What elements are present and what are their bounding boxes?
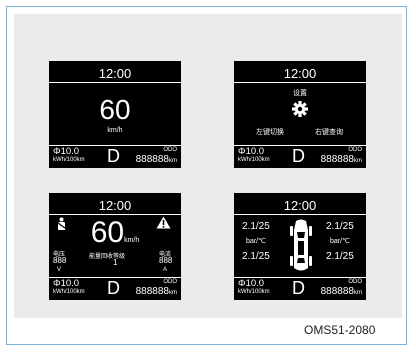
odo-label: ODO — [163, 147, 177, 153]
tyre-screen: 12:00 2.1/25 bar/℃ 2.1/25 2.1/25 bar/℃ 2… — [234, 193, 366, 300]
speed-value: 60 — [90, 216, 125, 249]
tyre-unit-right: bar/℃ — [330, 238, 350, 245]
regen-level-value: 1 — [113, 258, 118, 267]
voltage-unit: V — [57, 267, 62, 273]
odometer-value: 888888 — [135, 286, 169, 297]
speed-unit: km/h — [124, 237, 140, 244]
odometer-unit: km — [169, 158, 177, 164]
clock: 12:00 — [283, 198, 317, 213]
divider — [234, 214, 366, 215]
divider — [234, 82, 366, 83]
odometer-unit: km — [169, 290, 177, 296]
settings-title: 设置 — [293, 90, 307, 97]
clock: 12:00 — [98, 198, 132, 213]
gear-icon — [292, 101, 308, 117]
gear-indicator: D — [107, 278, 120, 298]
left-key-switch-label: 左键切换 — [256, 129, 284, 136]
figure-code: OMS51-2080 — [304, 323, 376, 337]
odo-label: ODO — [348, 279, 362, 285]
efficiency-unit: kWh/100km — [53, 289, 85, 295]
car-topview-icon — [290, 219, 312, 271]
efficiency-value: Φ10.0 — [53, 146, 80, 157]
odometer: 888888km — [321, 286, 362, 297]
current-unit: A — [163, 267, 168, 273]
efficiency-unit: kWh/100km — [53, 157, 85, 163]
settings-screen: 12:00 设置 左键切换 右键查询 Φ10.0 kWh/100km D ODO… — [234, 61, 366, 168]
warning-triangle-icon — [156, 216, 171, 229]
tyre-unit-left: bar/℃ — [246, 238, 266, 245]
odo-label: ODO — [163, 279, 177, 285]
tyre-front-right: 2.1/25 — [326, 221, 354, 232]
voltage-value: 888 — [53, 256, 67, 265]
tyre-front-left: 2.1/25 — [242, 221, 270, 232]
divider — [49, 214, 181, 215]
divider — [49, 82, 181, 83]
tyre-rear-left: 2.1/25 — [242, 251, 270, 262]
odometer-unit: km — [354, 158, 362, 164]
gear-indicator: D — [292, 278, 305, 298]
odometer-value: 888888 — [135, 154, 169, 165]
energy-screen: 12:00 60km/h 电压 888 V 能量回收等级 1 电流 888 A … — [49, 193, 181, 300]
gear-indicator: D — [107, 146, 120, 166]
efficiency-value: Φ10.0 — [238, 146, 265, 157]
odometer: 888888km — [136, 286, 177, 297]
odometer: 888888km — [136, 154, 177, 165]
right-key-query-label: 右键查询 — [315, 129, 343, 136]
clock: 12:00 — [98, 66, 132, 81]
efficiency-value: Φ10.0 — [53, 278, 80, 289]
speed-unit: km/h — [107, 127, 123, 134]
efficiency-unit: kWh/100km — [238, 157, 270, 163]
odo-label: ODO — [348, 147, 362, 153]
speed-screen: 12:00 60 km/h Φ10.0 kWh/100km D ODO 8888… — [49, 61, 181, 168]
odometer-value: 888888 — [320, 286, 354, 297]
clock: 12:00 — [283, 66, 317, 81]
efficiency-unit: kWh/100km — [238, 289, 270, 295]
tyre-rear-right: 2.1/25 — [326, 251, 354, 262]
odometer-unit: km — [354, 290, 362, 296]
regen-level-label: 能量回收等级 — [89, 254, 126, 260]
efficiency-value: Φ10.0 — [238, 278, 265, 289]
odometer-value: 888888 — [320, 154, 354, 165]
odometer: 888888km — [321, 154, 362, 165]
speed-value: 60 — [99, 94, 131, 125]
current-value: 888 — [159, 256, 173, 265]
gear-indicator: D — [292, 146, 305, 166]
